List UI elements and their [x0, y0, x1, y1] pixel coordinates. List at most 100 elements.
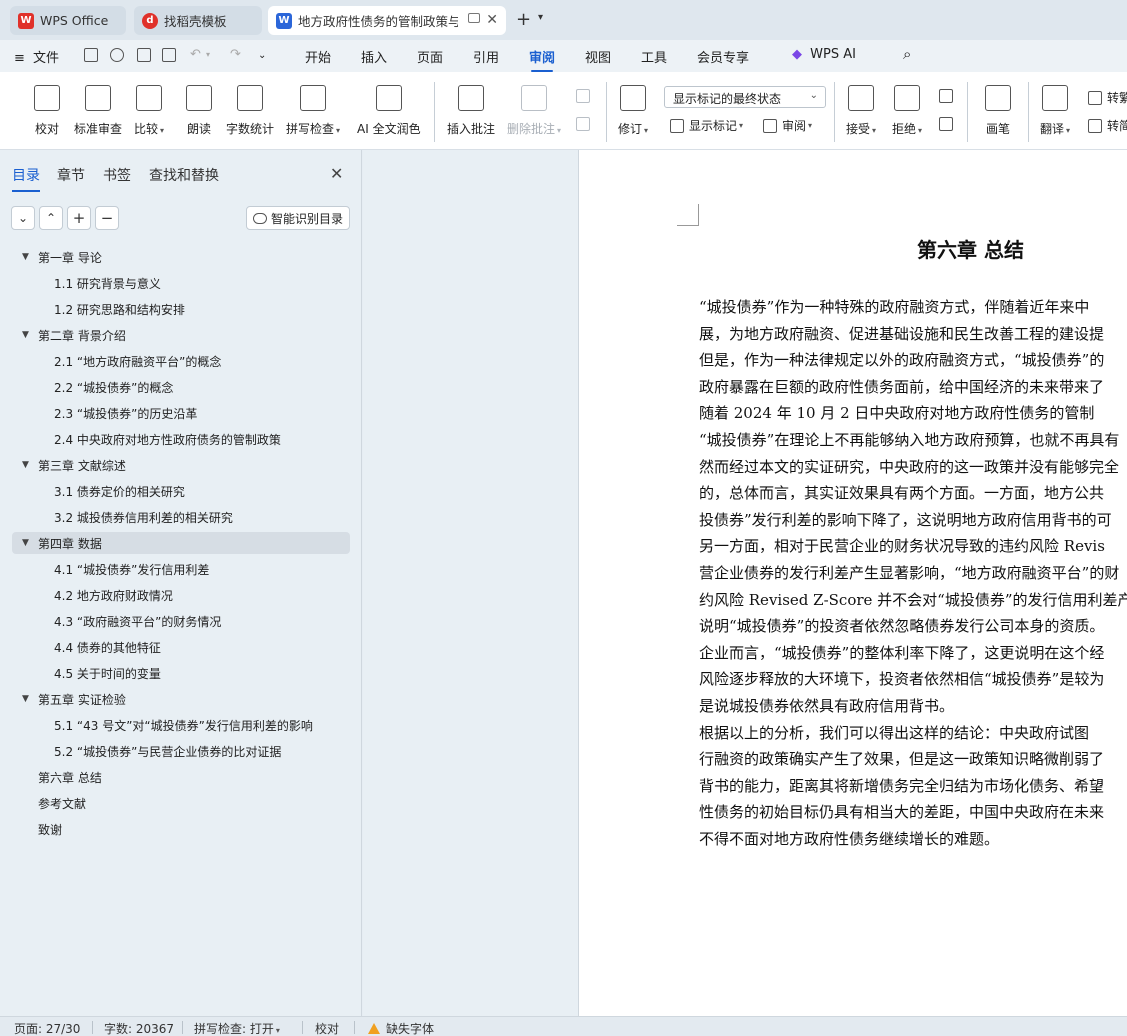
new-tab-icon[interactable]: + [516, 9, 531, 30]
toc-item[interactable]: 参考文献 [12, 792, 350, 814]
toc-item[interactable]: 2.2 “城投债券”的概念 [12, 376, 350, 398]
track-changes-button[interactable]: 修订 ▾ [618, 82, 648, 144]
menu-review[interactable]: 审阅 [529, 47, 555, 72]
expand-triangle-icon[interactable]: ▼ [22, 460, 34, 470]
tab-find-replace[interactable]: 查找和替换 [149, 165, 219, 185]
close-tab-icon[interactable]: ✕ [486, 12, 498, 28]
accept-icon [848, 85, 875, 111]
prev-change-icon[interactable] [939, 89, 953, 103]
export-pdf-icon[interactable] [110, 48, 124, 62]
convert-traditional-button[interactable]: 转繁 [1088, 89, 1127, 106]
menu-home[interactable]: 开始 [305, 47, 331, 66]
menu-view[interactable]: 视图 [585, 47, 611, 66]
proof-indicator[interactable]: 校对 [315, 1020, 339, 1036]
menu-reference[interactable]: 引用 [473, 47, 499, 66]
save-icon[interactable] [84, 48, 98, 62]
collapse-up-icon[interactable]: ⌃ [39, 206, 63, 230]
toc-item[interactable]: 1.2 研究思路和结构安排 [12, 298, 350, 320]
word-count-indicator[interactable]: 字数: 20367 [104, 1020, 174, 1036]
tab-list-chevron-icon[interactable]: ▾ [538, 12, 543, 23]
expand-triangle-icon[interactable]: ▼ [22, 330, 34, 340]
menu-wps-ai[interactable]: ◆ WPS AI [792, 47, 856, 62]
paragraph-line: 企业而言，“城投债券”的整体利率下降了，这更说明在这个经 [699, 643, 1105, 662]
pen-button[interactable]: 画笔 [985, 82, 1011, 144]
smart-toc-button[interactable]: 智能识别目录 [246, 206, 350, 230]
word-count-icon [237, 85, 263, 111]
toc-item[interactable]: 致谢 [12, 818, 350, 840]
missing-font-indicator[interactable]: 缺失字体 [368, 1020, 434, 1036]
ai-polish-button[interactable]: AI 全文润色 [357, 82, 421, 144]
paragraph-line: 的，总体而言，其实证效果具有两个方面。一方面，地方公共 [699, 484, 1105, 503]
page-indicator[interactable]: 页面: 27/30 [14, 1020, 80, 1036]
toc-item[interactable]: 4.2 地方政府财政情况 [12, 584, 350, 606]
spell-check-button[interactable]: 拼写检查 ▾ [286, 82, 340, 144]
toc-item[interactable]: 4.1 “城投债券”发行信用利差 [12, 558, 350, 580]
next-change-icon[interactable] [939, 117, 953, 131]
reject-button[interactable]: 拒绝 ▾ [892, 82, 922, 144]
delete-comment-button[interactable]: 删除批注 ▾ [507, 82, 561, 144]
accept-button[interactable]: 接受 ▾ [846, 82, 876, 144]
menu-page[interactable]: 页面 [417, 47, 443, 66]
toc-item[interactable]: 4.4 债券的其他特征 [12, 636, 350, 658]
show-markup-button[interactable]: 显示标记 ▾ [670, 117, 743, 134]
print-preview-icon[interactable] [162, 48, 176, 62]
toc-item[interactable]: 4.5 关于时间的变量 [12, 662, 350, 684]
compare-button[interactable]: 比较 ▾ [134, 82, 164, 144]
tab-sections[interactable]: 章节 [57, 165, 85, 185]
tab-current-document[interactable]: W 地方政府性债务的管制政策与 ✕ [268, 6, 506, 35]
insert-comment-button[interactable]: 插入批注 [447, 82, 495, 144]
toc-item[interactable]: ▼ 第三章 文献综述 [12, 454, 350, 476]
toc-item[interactable]: ▼ 第五章 实证检验 [12, 688, 350, 710]
redo-icon[interactable]: ↷ [230, 47, 241, 62]
document-page[interactable]: 第六章 总结 “城投债券”作为一种特殊的政府融资方式，伴随着近年来中 展，为地方政… [578, 150, 1127, 1016]
review-pane-button[interactable]: 审阅 ▾ [763, 117, 812, 134]
expand-down-icon[interactable]: ⌄ [11, 206, 35, 230]
expand-triangle-icon[interactable]: ▼ [22, 538, 34, 548]
undo-dropdown-icon[interactable]: ▾ [206, 50, 210, 59]
add-heading-icon[interactable]: + [67, 206, 91, 230]
menu-tools[interactable]: 工具 [641, 47, 667, 66]
next-comment-icon[interactable] [576, 117, 590, 131]
toc-item[interactable]: ▼ 第二章 背景介绍 [12, 324, 350, 346]
dropdown-caret-icon: ▾ [644, 126, 649, 135]
toc-item[interactable]: ▼ 第四章 数据 [12, 532, 350, 554]
chapter-title: 第六章 总结 [917, 238, 1024, 262]
tab-toc[interactable]: 目录 [12, 165, 40, 192]
monitor-icon[interactable] [468, 13, 480, 23]
toc-item[interactable]: 2.4 中央政府对地方性政府债务的管制政策 [12, 428, 350, 450]
markup-state-select[interactable]: 显示标记的最终状态 ⌄ [664, 86, 826, 108]
menu-member[interactable]: 会员专享 [697, 47, 749, 66]
toc-item[interactable]: 5.1 “43 号文”对“城投债券”发行信用利差的影响 [12, 714, 350, 736]
translate-button[interactable]: 翻译 ▾ [1040, 82, 1070, 144]
toc-item[interactable]: 4.3 “政府融资平台”的财务情况 [12, 610, 350, 632]
tab-docer-template[interactable]: d 找稻壳模板 [134, 6, 262, 35]
read-aloud-button[interactable]: 朗读 [186, 82, 212, 144]
spell-check-indicator[interactable]: 拼写检查: 打开 ▾ [194, 1020, 280, 1036]
close-pane-icon[interactable]: ✕ [330, 164, 343, 183]
prev-comment-icon[interactable] [576, 89, 590, 103]
standard-review-button[interactable]: 标准审查 [74, 82, 122, 144]
toc-item[interactable]: 第六章 总结 [12, 766, 350, 788]
undo-icon[interactable]: ↶ [190, 47, 201, 62]
toc-item[interactable]: 2.3 “城投债券”的历史沿革 [12, 402, 350, 424]
print-icon[interactable] [137, 48, 151, 62]
expand-triangle-icon[interactable]: ▼ [22, 252, 34, 262]
toc-item[interactable]: 3.1 债券定价的相关研究 [12, 480, 350, 502]
toc-item[interactable]: 1.1 研究背景与意义 [12, 272, 350, 294]
tab-bookmarks[interactable]: 书签 [103, 165, 131, 185]
menu-insert[interactable]: 插入 [361, 47, 387, 66]
toc-item[interactable]: 2.1 “地方政府融资平台”的概念 [12, 350, 350, 372]
toc-item[interactable]: 5.2 “城投债券”与民营企业债券的比对证据 [12, 740, 350, 762]
toc-item[interactable]: 3.2 城投债券信用利差的相关研究 [12, 506, 350, 528]
expand-triangle-icon[interactable]: ▼ [22, 694, 34, 704]
word-count-button[interactable]: 字数统计 [226, 82, 274, 144]
toc-item-label: 1.2 研究思路和结构安排 [54, 302, 185, 317]
proofread-button[interactable]: 校对 [34, 82, 60, 144]
tab-wps-office[interactable]: W WPS Office [10, 6, 126, 35]
remove-heading-icon[interactable]: − [95, 206, 119, 230]
convert-simplified-button[interactable]: 转简 [1088, 117, 1127, 134]
menu-file[interactable]: ≡ 文件 [14, 47, 59, 66]
toc-item[interactable]: ▼ 第一章 导论 [12, 246, 350, 268]
more-chevron-icon[interactable]: ⌄ [258, 50, 266, 61]
search-icon[interactable]: ⌕ [903, 45, 911, 63]
